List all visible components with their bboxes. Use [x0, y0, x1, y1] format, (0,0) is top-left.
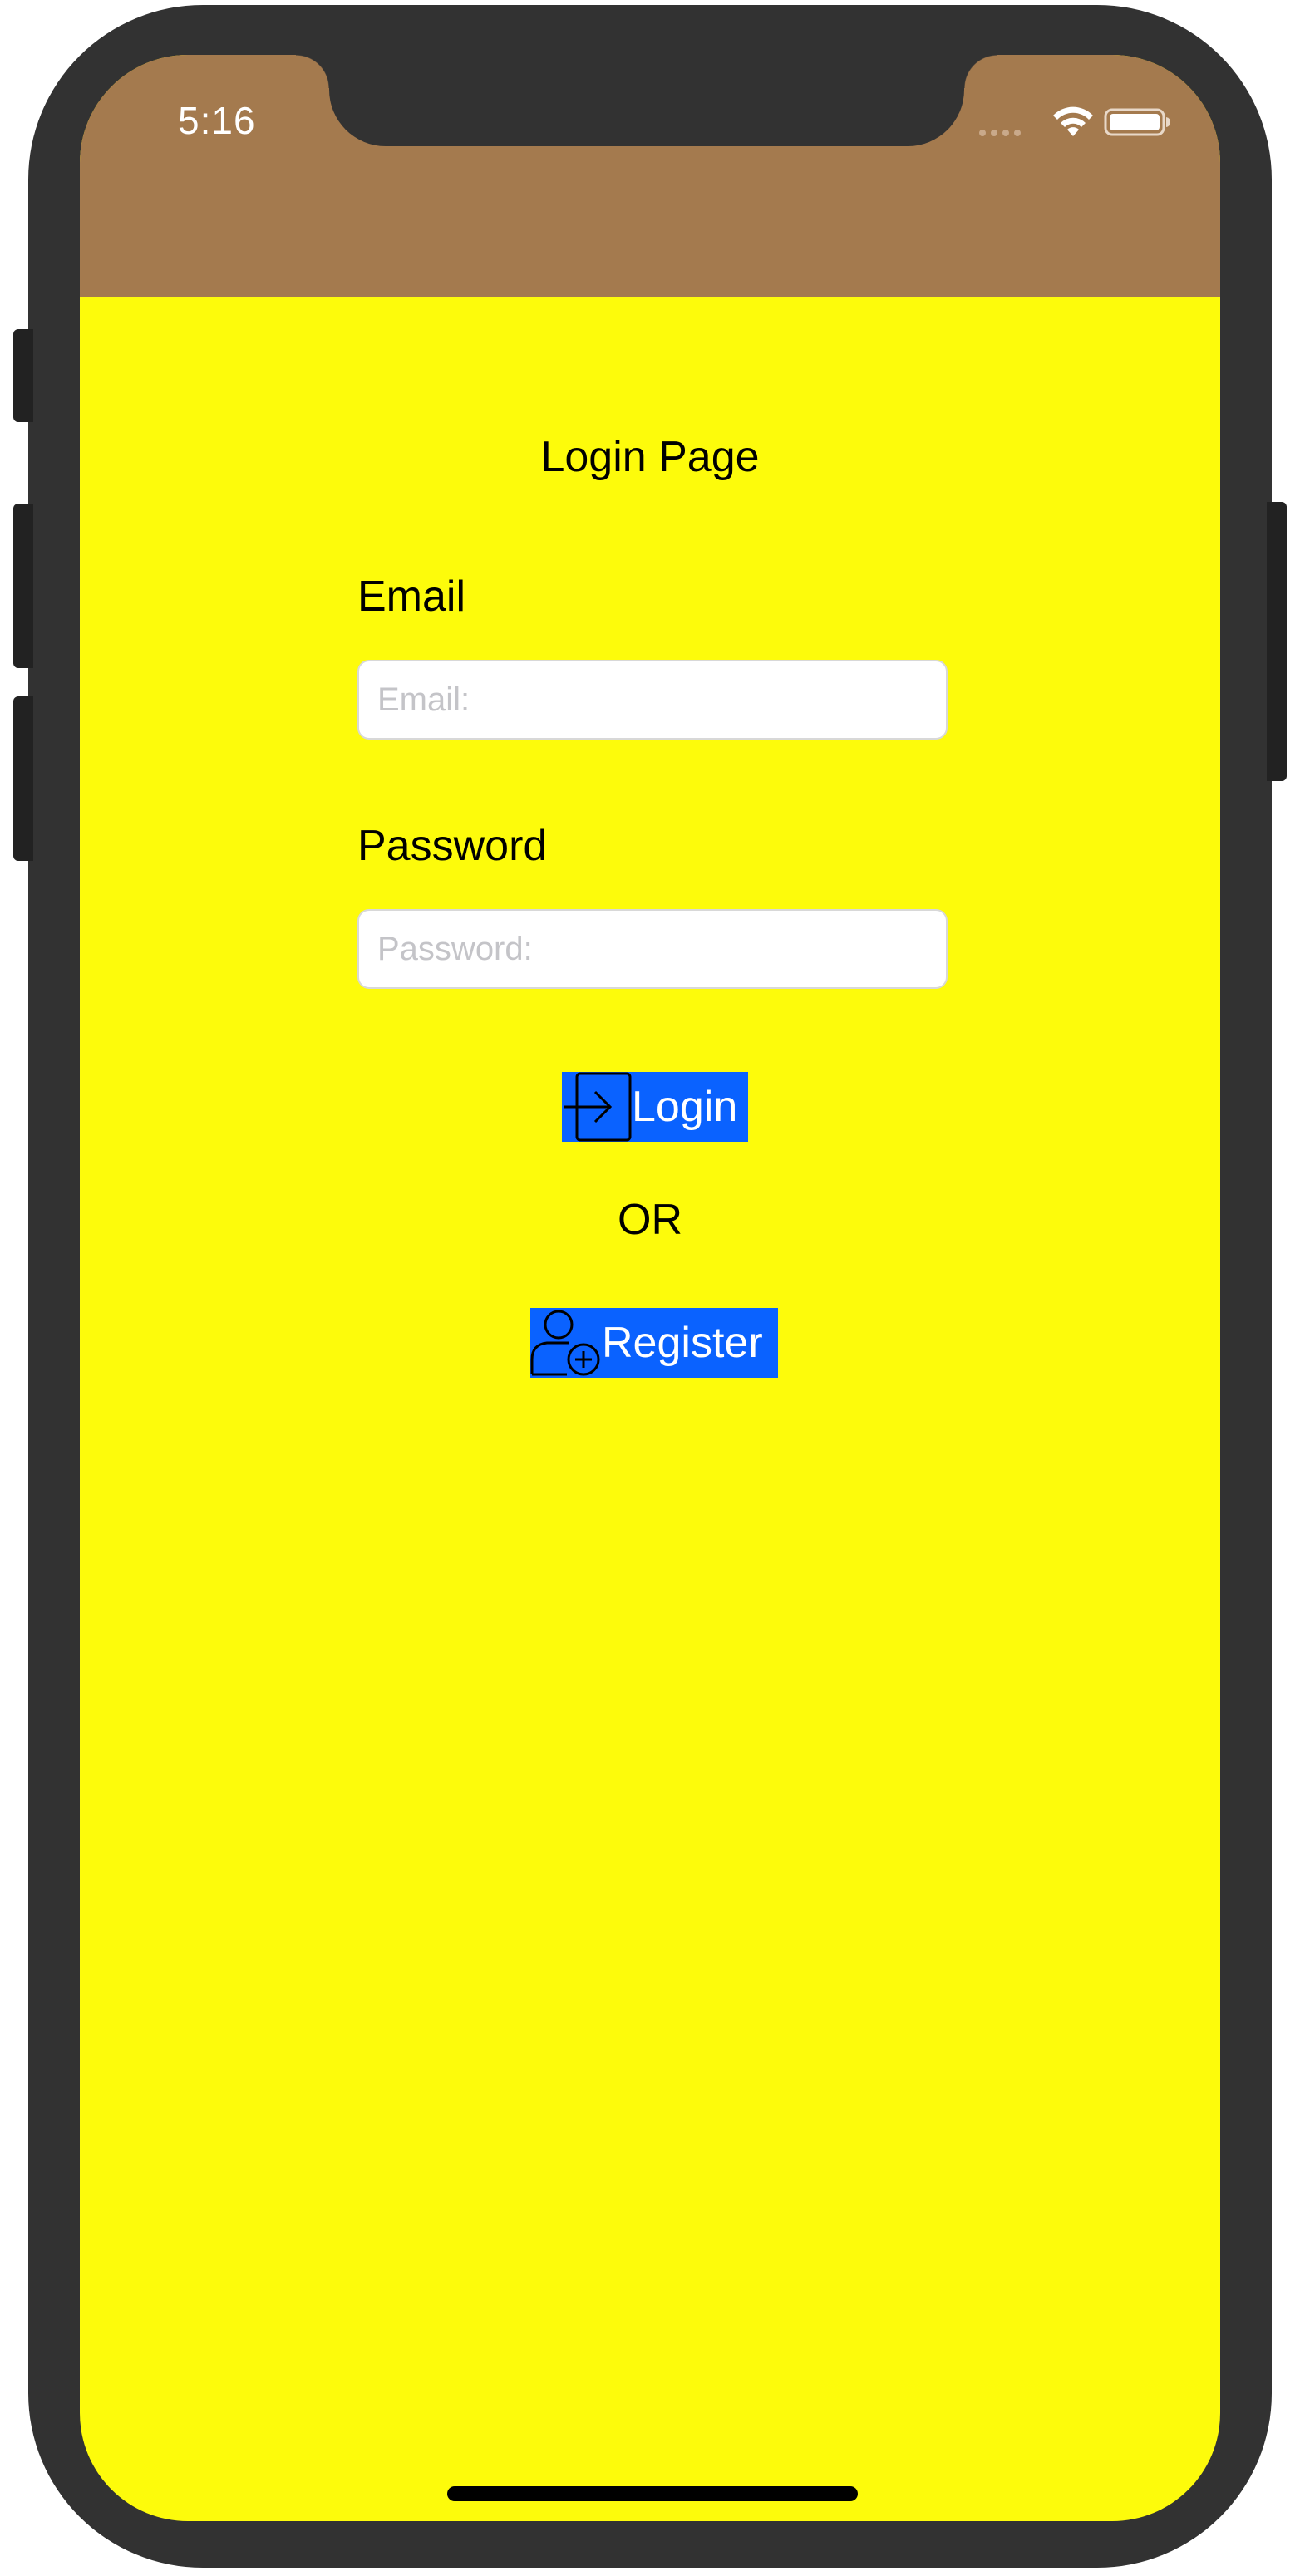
sign-in-icon — [564, 1072, 632, 1142]
login-button-label: Login — [632, 1083, 738, 1131]
page-title: Login Page — [540, 433, 760, 481]
register-button-label: Register — [602, 1319, 763, 1367]
battery-icon — [1104, 108, 1170, 136]
email-field[interactable] — [357, 660, 948, 740]
password-field[interactable] — [357, 909, 948, 989]
password-label: Password — [357, 822, 548, 870]
register-button[interactable]: Register — [530, 1308, 778, 1378]
status-time: 5:16 — [178, 99, 256, 142]
wifi-icon — [1053, 106, 1093, 136]
device-notch — [296, 55, 997, 146]
or-divider-text: OR — [618, 1196, 682, 1244]
volume-down-button — [13, 696, 33, 861]
volume-up-button — [13, 504, 33, 668]
screen: 5:16 Login Page Email Password Login OR — [80, 55, 1220, 2521]
power-button — [1267, 502, 1287, 781]
login-button[interactable]: Login — [562, 1072, 748, 1142]
home-indicator — [447, 2486, 858, 2501]
signal-dots-icon — [979, 130, 1021, 136]
silent-switch — [13, 329, 33, 422]
email-label: Email — [357, 573, 466, 621]
add-user-icon — [530, 1310, 600, 1376]
